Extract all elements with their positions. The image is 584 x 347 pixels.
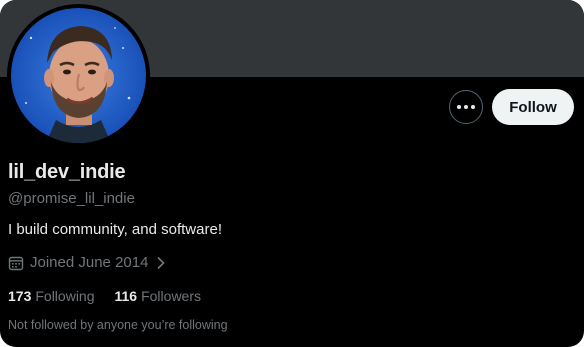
calendar-icon xyxy=(8,256,24,270)
followers-count: 116 xyxy=(114,288,138,304)
joined-label: Joined June 2014 xyxy=(30,254,149,271)
followers-label: Followers xyxy=(141,288,201,304)
avatar-image xyxy=(11,8,146,143)
joined-date[interactable]: Joined June 2014 xyxy=(8,254,166,271)
following-count: 173 xyxy=(8,288,32,304)
more-options-button[interactable] xyxy=(449,90,483,124)
avatar[interactable] xyxy=(7,4,150,147)
followers-link[interactable]: 116 Followers xyxy=(115,288,202,304)
profile-handle: @promise_lil_indie xyxy=(8,190,135,207)
following-link[interactable]: 173 Following xyxy=(8,288,95,304)
following-label: Following xyxy=(35,288,95,304)
display-name: lil_dev_indie xyxy=(8,161,126,183)
chevron-right-icon xyxy=(157,256,166,269)
follow-stats: 173 Following 116 Followers xyxy=(8,288,201,304)
profile-bio: I build community, and software! xyxy=(8,221,222,238)
follow-button[interactable]: Follow xyxy=(492,89,574,125)
profile-card: Follow lil_dev_indie @promise_lil_indie … xyxy=(0,0,584,347)
mutuals-note: Not followed by anyone you’re following xyxy=(8,318,228,332)
more-horizontal-icon xyxy=(457,105,475,109)
